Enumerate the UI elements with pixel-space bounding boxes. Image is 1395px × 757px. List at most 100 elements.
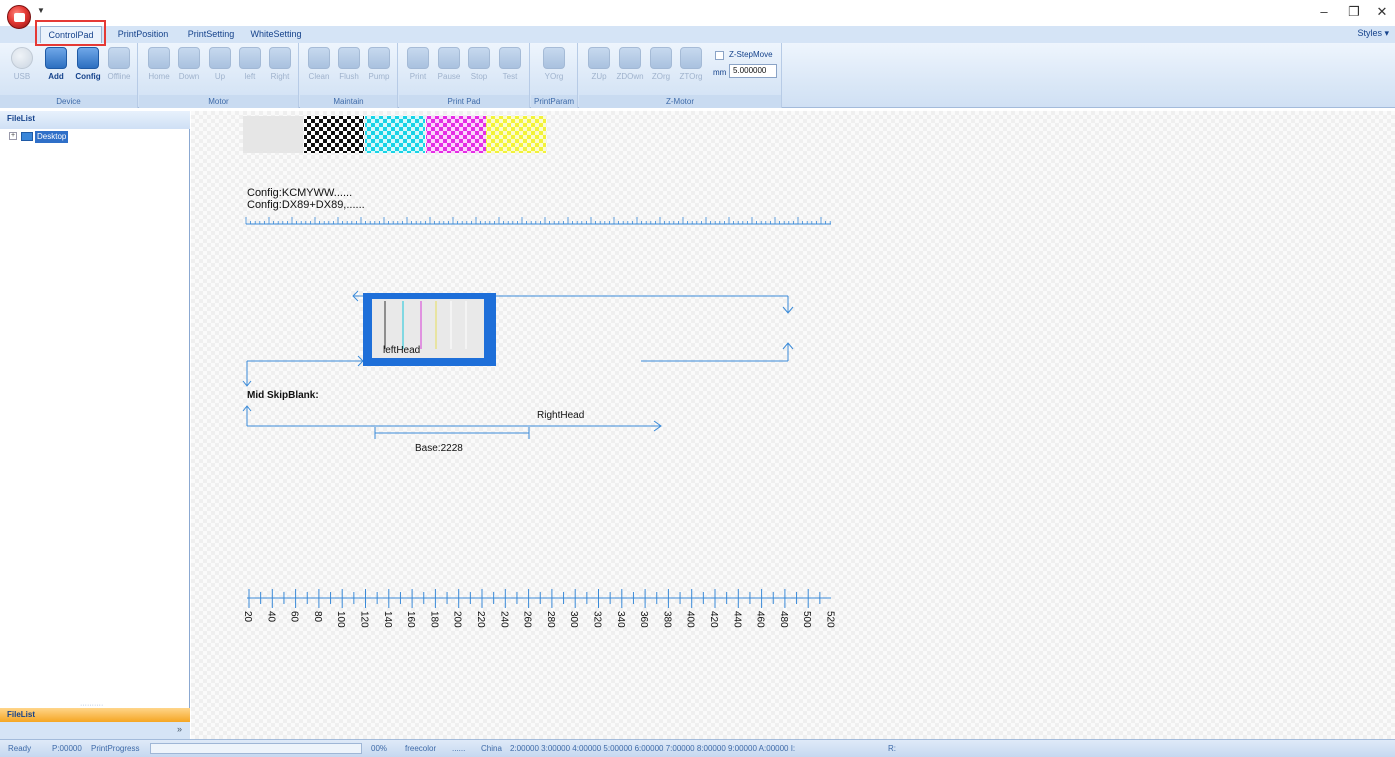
test-button[interactable]: Test (495, 47, 525, 91)
tab-printposition[interactable]: PrintPosition (110, 26, 176, 43)
right-label: Right (270, 72, 290, 81)
usb-label: USB (13, 72, 31, 81)
ruler-label: 260 (522, 611, 533, 628)
group-label-maintain: Maintain (300, 95, 397, 108)
print-icon (407, 47, 429, 69)
left-button[interactable]: left (235, 47, 265, 91)
z-origin-icon (650, 47, 672, 69)
ruler-label: 80 (312, 611, 323, 623)
monitor-icon (21, 132, 33, 141)
stop-button[interactable]: Stop (464, 47, 494, 91)
home-label: Home (148, 72, 170, 81)
home-button[interactable]: Home (144, 47, 174, 91)
ruler-label: 160 (405, 611, 416, 628)
ruler-label: 240 (498, 611, 509, 628)
close-button[interactable]: ✕ (1372, 3, 1392, 21)
right-head-label: RightHead (537, 410, 584, 421)
flush-button[interactable]: Flush (334, 47, 364, 91)
ruler-label: 220 (475, 611, 486, 628)
styles-menu[interactable]: Styles ▾ (1357, 28, 1389, 39)
up-button[interactable]: Up (205, 47, 235, 91)
group-device: USB Add Config Offline Device (0, 43, 138, 108)
pause-label: Pause (437, 72, 461, 81)
swatch-black (304, 116, 364, 153)
ruler-label: 400 (685, 611, 696, 628)
app-menu-orb[interactable] (7, 5, 31, 29)
folder-icon (45, 47, 67, 69)
stop-icon (468, 47, 490, 69)
left-head-label: leftHead (383, 345, 420, 356)
restore-button[interactable]: ❐ (1344, 3, 1364, 21)
home-icon (148, 47, 170, 69)
printer-icon (14, 13, 25, 22)
minimize-button[interactable]: – (1314, 3, 1334, 21)
tab-printsetting[interactable]: PrintSetting (180, 26, 242, 43)
arrow-right-icon (269, 47, 291, 69)
group-label-motor: Motor (139, 95, 298, 108)
tree-item-desktop[interactable]: Desktop (35, 131, 69, 143)
group-label-print-pad: Print Pad (399, 95, 529, 108)
pump-label: Pump (368, 72, 390, 81)
z-stepmove-checkbox[interactable] (715, 51, 724, 60)
arrow-up-icon (209, 47, 231, 69)
ruler-label: 380 (661, 611, 672, 628)
print-button[interactable]: Print (403, 47, 433, 91)
swatch-cyan (365, 116, 425, 153)
ruler-label: 500 (801, 611, 812, 628)
ruler-label: 20 (242, 611, 253, 623)
z-step-input[interactable]: 5.000000 (729, 64, 777, 78)
test-icon (499, 47, 521, 69)
pump-icon (368, 47, 390, 69)
test-label: Test (502, 72, 518, 81)
tree-expand-icon[interactable]: + (9, 132, 17, 140)
print-progress-bar (150, 743, 362, 754)
file-list-tab[interactable]: FileList (0, 708, 190, 722)
offline-icon (108, 47, 130, 69)
status-percent: 00% (371, 744, 388, 753)
down-button[interactable]: Down (174, 47, 204, 91)
config-button[interactable]: Config (73, 47, 103, 91)
z-down-icon (619, 47, 641, 69)
print-preview-canvas: Config:KCMYWW...... Config:DX89+DX89,...… (191, 111, 1395, 739)
zorg-label: ZOrg (651, 72, 671, 81)
ruler-label: 460 (755, 611, 766, 628)
ruler-label: 200 (452, 611, 463, 628)
config-line2: Config:DX89+DX89,...... (247, 199, 365, 211)
mm-unit-label: mm (713, 68, 727, 77)
ztorg-button[interactable]: ZTOrg (676, 47, 706, 91)
bottom-ruler: 20 40 60 80 100 120 140 160 180 200 220 240 260 280 30… (242, 589, 836, 628)
pump-button[interactable]: Pump (364, 47, 394, 91)
pause-button[interactable]: Pause (434, 47, 464, 91)
zup-button[interactable]: ZUp (584, 47, 614, 91)
preview-svg: Config:KCMYWW...... Config:DX89+DX89,...… (242, 116, 836, 628)
config-label: Config (75, 72, 101, 81)
ztorg-label: ZTOrg (679, 72, 703, 81)
group-label-z-motor: Z-Motor (579, 95, 781, 108)
yorg-button[interactable]: YOrg (539, 47, 569, 91)
chevron-right-icon[interactable]: » (177, 724, 182, 734)
config-line1: Config:KCMYWW...... (247, 187, 352, 199)
zdown-button[interactable]: ZDOwn (615, 47, 645, 91)
stop-label: Stop (470, 72, 488, 81)
clean-button[interactable]: Clean (304, 47, 334, 91)
status-bar: Ready P:00000 PrintProgress 00% freecolo… (0, 739, 1395, 757)
swatch-yellow (486, 116, 546, 153)
arrow-down-icon (178, 47, 200, 69)
ruler-label: 320 (592, 611, 603, 628)
add-button[interactable]: Add (41, 47, 71, 91)
zup-label: ZUp (591, 72, 607, 81)
usb-button[interactable]: USB (7, 47, 37, 91)
print-label: Print (409, 72, 427, 81)
offline-button[interactable]: Offline (104, 47, 134, 91)
status-region: China (481, 744, 502, 753)
quick-access-dropdown-icon[interactable]: ▼ (37, 6, 45, 15)
status-r-label: R: (888, 744, 896, 753)
top-ruler (245, 217, 831, 225)
tab-whitesetting[interactable]: WhiteSetting (246, 26, 306, 43)
carriage-path (242, 290, 794, 439)
ruler-label: 360 (638, 611, 649, 628)
offline-label: Offline (107, 72, 131, 81)
zorg-button[interactable]: ZOrg (646, 47, 676, 91)
z-up-icon (588, 47, 610, 69)
right-button[interactable]: Right (265, 47, 295, 91)
